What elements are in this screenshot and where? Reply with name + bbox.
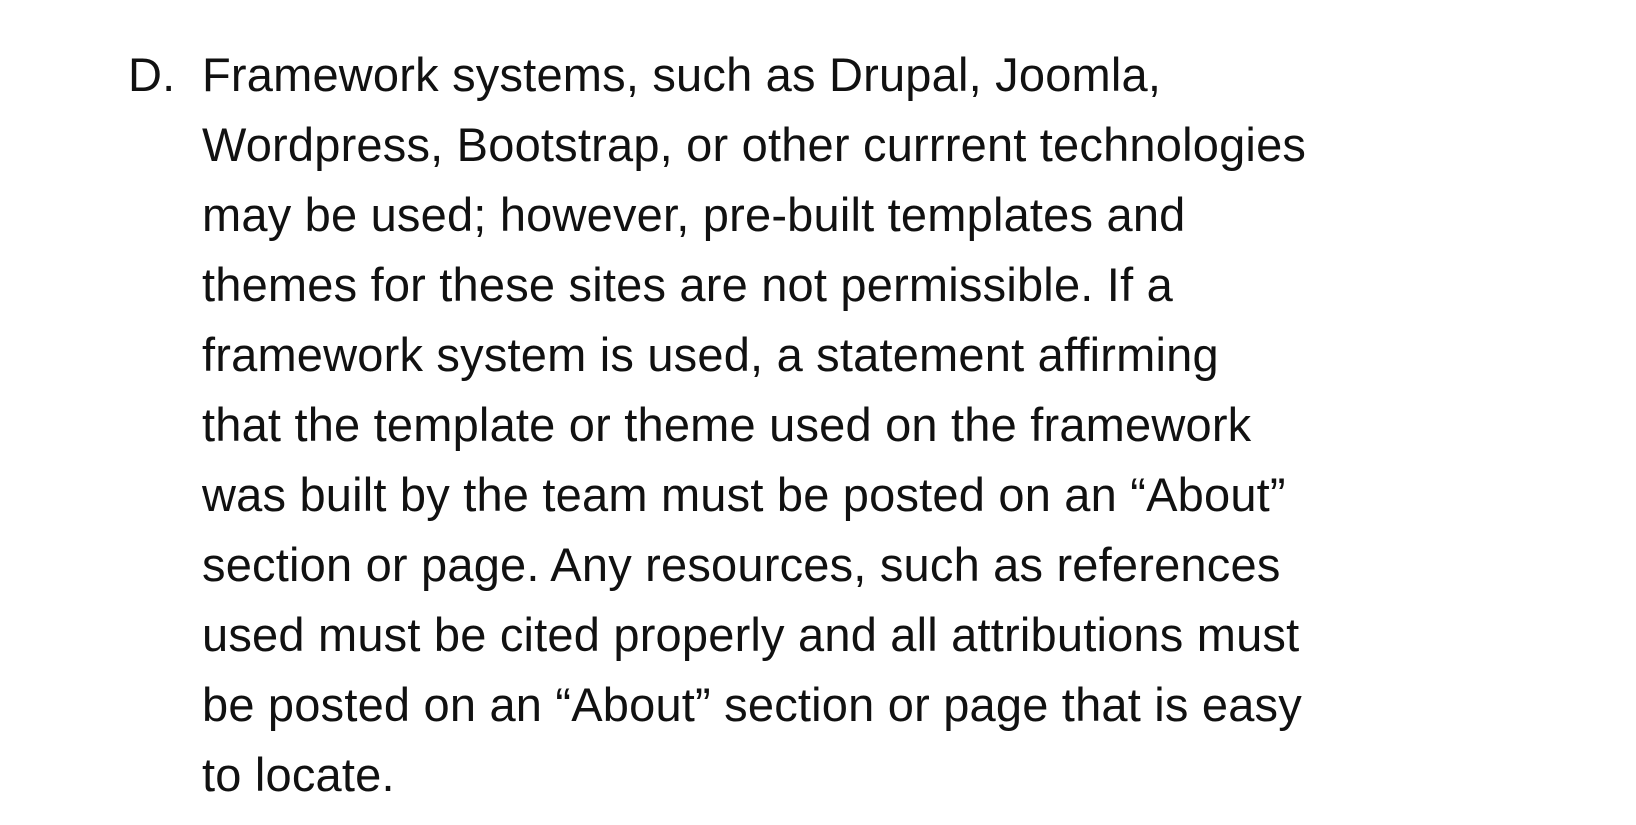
list-marker: D.: [128, 48, 176, 101]
paragraph: Framework systems, such as Drupal, Jooml…: [202, 40, 1306, 810]
text-line: framework system is used, a statement af…: [202, 328, 1219, 381]
text-line: be posted on an “About” section or page …: [202, 678, 1302, 731]
text-line: used must be cited properly and all attr…: [202, 608, 1300, 661]
text-line: may be used; however, pre-built template…: [202, 188, 1186, 241]
text-line: to locate.: [202, 748, 395, 801]
text-line: that the template or theme used on the f…: [202, 398, 1252, 451]
text-line: section or page. Any resources, such as …: [202, 538, 1281, 591]
text-line: themes for these sites are not permissib…: [202, 258, 1173, 311]
text-line: Framework systems, such as Drupal, Jooml…: [202, 48, 1162, 101]
text-line: Wordpress, Bootstrap, or other currrent …: [202, 118, 1307, 171]
text-line: was built by the team must be posted on …: [202, 468, 1286, 521]
